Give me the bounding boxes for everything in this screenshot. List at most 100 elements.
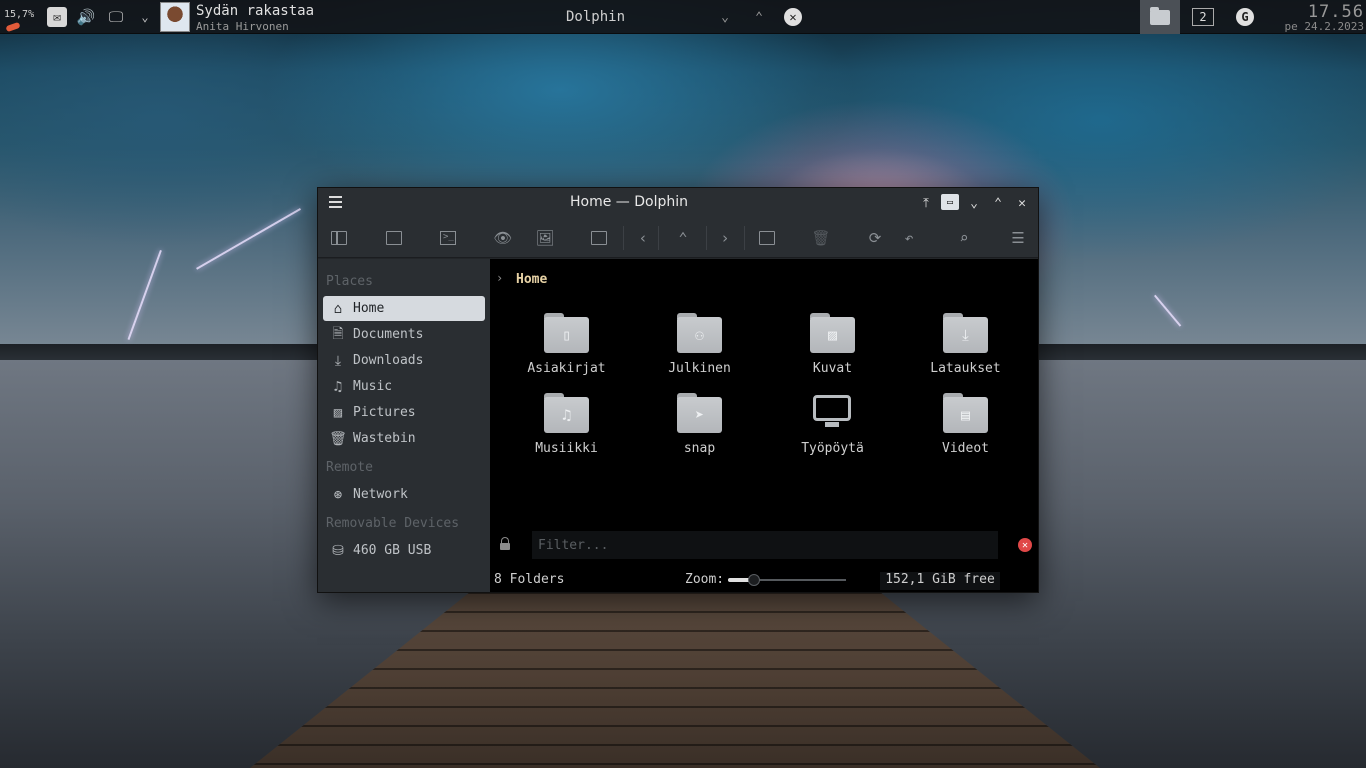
display-icon[interactable]: 🖵 — [106, 7, 126, 27]
clock-date[interactable]: pe 24.2.2023 — [1270, 20, 1364, 33]
sidebar-item-music[interactable]: ♫ Music — [323, 374, 485, 399]
folder-item[interactable]: ⤓ Lataukset — [899, 309, 1032, 385]
search-icon[interactable]: ⌕ — [953, 227, 975, 249]
back-icon[interactable]: ‹ — [632, 227, 654, 249]
folder-name: Kuvat — [812, 361, 853, 376]
sidebar-item-usb[interactable]: ⛁ 460 GB USB — [323, 538, 485, 563]
chevron-down-icon[interactable]: ⌄ — [135, 7, 155, 27]
close-window-icon[interactable]: ✕ — [1012, 193, 1032, 213]
usb-drive-icon: ⛁ — [332, 542, 344, 559]
sidebar-item-label: Downloads — [353, 353, 424, 368]
forward-icon[interactable]: › — [714, 227, 736, 249]
folder-item[interactable]: ♫ Musiikki — [500, 389, 633, 465]
folder-item[interactable]: ➤ snap — [633, 389, 766, 465]
dolphin-window: Home — Dolphin ⤒ ▭ ⌄ ⌃ ✕ >_ 👁 🖼 ‹ ⌃ › 🗑 … — [317, 187, 1039, 593]
sidebar-item-documents[interactable]: 🗎 Documents — [323, 322, 485, 347]
close-icon[interactable]: ✕ — [784, 8, 802, 26]
folder-name: snap — [683, 441, 716, 456]
downloads-icon: ⤓ — [334, 352, 342, 369]
sidebar-item-network[interactable]: ⊛ Network — [323, 482, 485, 507]
music-icon: ♫ — [333, 378, 343, 395]
folder-name: Asiakirjat — [527, 361, 606, 376]
window-titlebar[interactable]: Home — Dolphin ⤒ ▭ ⌄ ⌃ ✕ — [318, 188, 1038, 218]
pictures-folder-icon: ▨ — [810, 313, 855, 353]
sidebar-item-label: Documents — [353, 327, 424, 342]
zoom-slider-handle[interactable] — [747, 574, 760, 586]
desktop-pager[interactable]: 2 — [1192, 8, 1214, 26]
split-view-icon[interactable] — [328, 227, 350, 249]
undo-icon[interactable]: ↶ — [898, 227, 920, 249]
maximize-icon[interactable]: ⌃ — [750, 8, 768, 26]
minimize-window-icon[interactable]: ⌄ — [964, 193, 984, 213]
media-artist[interactable]: Anita Hirvonen — [196, 20, 289, 33]
sidebar-item-label: 460 GB USB — [353, 543, 432, 558]
sidebar-item-home[interactable]: ⌂ Home — [323, 296, 485, 321]
mail-icon[interactable]: ✉ — [47, 7, 67, 27]
downloads-folder-icon: ⤓ — [943, 313, 988, 353]
file-view: › Home ▯ Asiakirjat ⚇ Julkinen ▨ Kuvat ⤓… — [490, 259, 1038, 592]
breadcrumb[interactable]: Home — [516, 272, 547, 287]
places-panel: Places ⌂ Home 🗎 Documents ⤓ Downloads ♫ … — [318, 259, 490, 592]
folder-name: Lataukset — [930, 361, 1001, 376]
sidebar-item-label: Wastebin — [353, 431, 416, 446]
sidebar-item-pictures[interactable]: ▨ Pictures — [323, 400, 485, 425]
lock-icon[interactable] — [500, 537, 510, 551]
videos-folder-icon: ▤ — [943, 393, 988, 433]
places-section-title: Places — [326, 274, 373, 289]
folder-name: Musiikki — [535, 441, 598, 456]
toolbar-separator — [744, 226, 745, 250]
pictures-icon: ▨ — [333, 404, 343, 421]
filter-input[interactable] — [532, 531, 998, 559]
status-bar: 8 Folders Zoom: 152,1 GiB free — [490, 564, 1038, 592]
music-folder-icon: ♫ — [544, 393, 589, 433]
album-art[interactable] — [160, 2, 190, 32]
breadcrumb-chevron-icon[interactable]: › — [496, 271, 503, 285]
folder-name: Julkinen — [668, 361, 731, 376]
network-icon: ⊛ — [333, 486, 343, 503]
free-space-label[interactable]: 152,1 GiB free — [880, 572, 1000, 590]
sidebar-item-downloads[interactable]: ⤓ Downloads — [323, 348, 485, 373]
toolbar-separator — [706, 226, 707, 250]
window-title: Home — Dolphin — [569, 194, 688, 210]
volume-icon[interactable]: 🔊 — [76, 7, 96, 27]
google-icon[interactable]: G — [1236, 8, 1254, 26]
documents-icon: 🗎 — [332, 325, 344, 342]
zoom-slider[interactable] — [728, 574, 846, 586]
dolphin-task-icon[interactable] — [1140, 0, 1180, 34]
cpu-load-indicator — [5, 21, 21, 33]
snap-folder-icon: ➤ — [677, 393, 722, 433]
cpu-load-label: 15,7% — [4, 9, 35, 20]
active-task-title[interactable]: Dolphin — [566, 9, 625, 25]
maximize-window-icon[interactable]: ⌃ — [988, 193, 1008, 213]
folder-item[interactable]: ▯ Asiakirjat — [500, 309, 633, 385]
up-icon[interactable]: ⌃ — [672, 227, 694, 249]
trash-icon[interactable]: 🗑 — [810, 227, 832, 249]
folder-name: Työpöytä — [801, 441, 864, 456]
new-window-icon[interactable] — [383, 227, 405, 249]
clear-filter-icon[interactable]: ✕ — [1018, 538, 1032, 552]
folder-name: Videot — [942, 441, 989, 456]
preview-icon[interactable]: 👁 — [492, 227, 514, 249]
clock-time[interactable]: 17.56 — [1280, 2, 1364, 22]
folder-item[interactable]: ⚇ Julkinen — [633, 309, 766, 385]
minimize-icon[interactable]: ⌄ — [716, 8, 734, 26]
keyboard-layout-icon[interactable]: ▭ — [941, 194, 959, 210]
new-file-icon[interactable] — [756, 227, 778, 249]
wastebin-icon: 🗑 — [329, 430, 347, 447]
keep-above-icon[interactable]: ⤒ — [916, 193, 936, 213]
folder-item[interactable]: ▤ Videot — [899, 389, 1032, 465]
folder-item[interactable]: Työpöytä — [766, 389, 899, 465]
desktop-icon — [813, 395, 851, 429]
toolbar-separator — [658, 226, 659, 250]
sidebar-item-wastebin[interactable]: 🗑 Wastebin — [323, 426, 485, 451]
terminal-icon[interactable]: >_ — [437, 227, 459, 249]
remote-section-title: Remote — [326, 460, 373, 475]
zoom-label: Zoom: — [685, 572, 725, 587]
removable-section-title: Removable Devices — [326, 516, 460, 531]
reload-icon[interactable]: ⟳ — [864, 227, 886, 249]
new-folder-icon[interactable] — [588, 227, 610, 249]
image-icon[interactable]: 🖼 — [534, 227, 556, 249]
folder-item[interactable]: ▨ Kuvat — [766, 309, 899, 385]
menu-icon[interactable]: ☰ — [1007, 227, 1029, 249]
media-song-title[interactable]: Sydän rakastaa — [196, 3, 314, 19]
